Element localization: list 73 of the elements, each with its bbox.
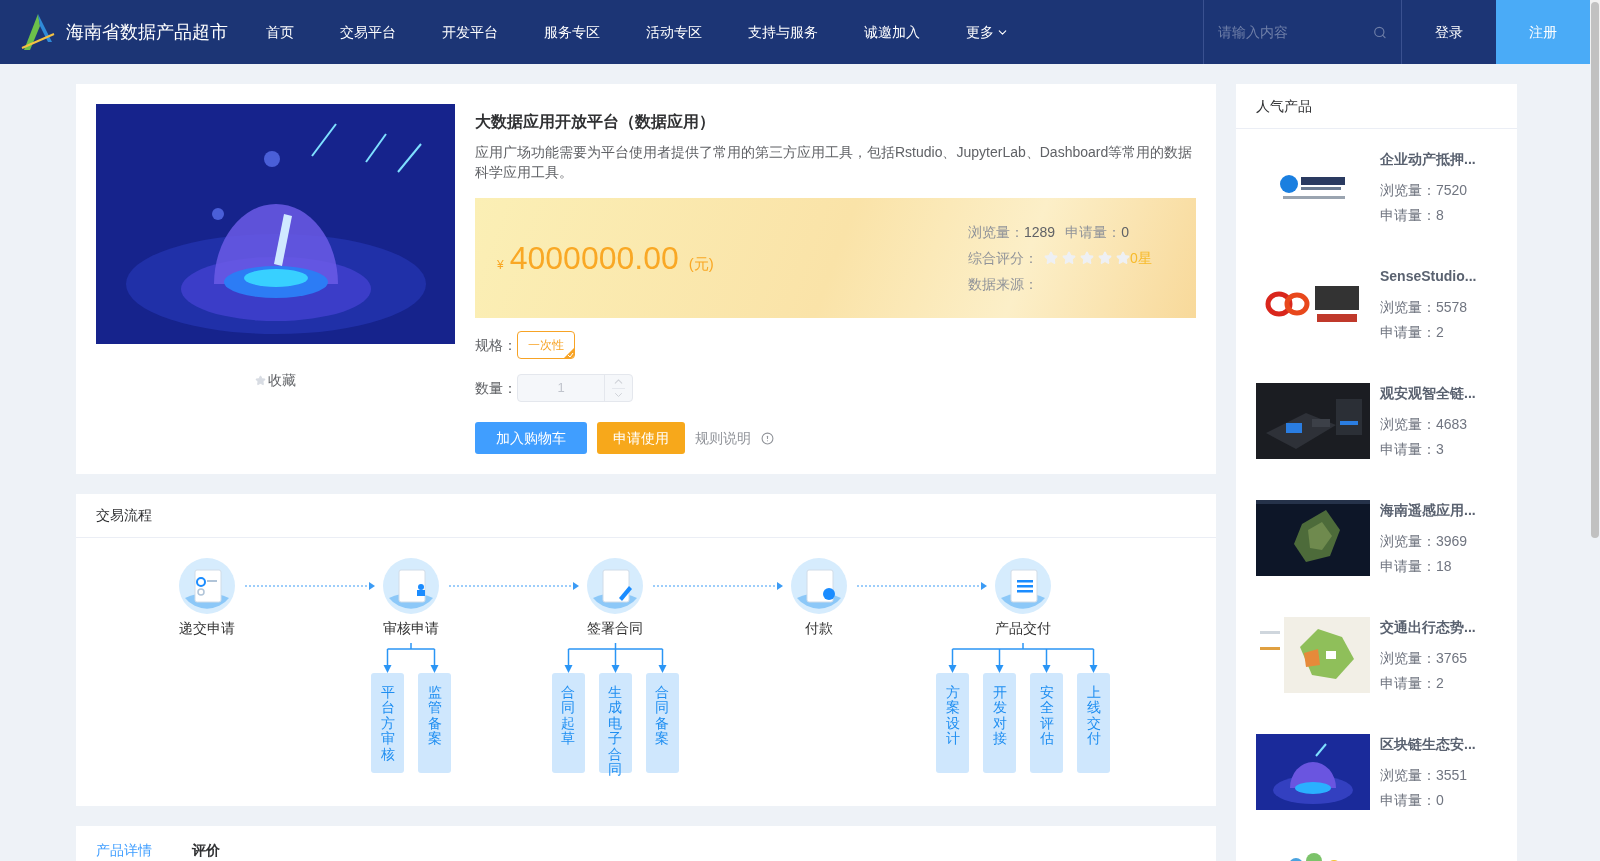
currency-symbol: ¥ — [497, 257, 504, 274]
substep-box: 合同备案 — [645, 673, 679, 773]
star-icon — [1080, 251, 1094, 265]
applies-stat: 申请量：18 — [1380, 557, 1453, 576]
search-field[interactable]: 请输入内容 — [1218, 21, 1374, 43]
star-icon — [1098, 251, 1112, 265]
step-label: 产品交付 — [995, 619, 1051, 638]
source-label: 数据来源： — [968, 274, 1039, 294]
quantity-label: 数量： — [475, 378, 517, 398]
product-description: 应用广场功能需要为平台使用者提供了常用的第三方应用工具，包括Rstudio、JupyterLab、Dashboard等常用的数据科学应用工具。 — [475, 143, 1194, 182]
product-name[interactable]: 交通出行态势... — [1380, 617, 1476, 638]
price-unit: (元) — [688, 254, 714, 274]
price: 4000000.00 — [509, 239, 679, 278]
login-button[interactable]: 登录 — [1402, 0, 1496, 64]
nav-link[interactable]: 活动专区 — [623, 21, 725, 43]
applies-stat: 申请量：0 — [1065, 222, 1129, 242]
substep-box: 上线交付 — [1077, 673, 1110, 773]
form-icon — [179, 558, 235, 614]
favorite-link[interactable]: 收藏 — [268, 370, 296, 391]
views-stat: 浏览量：3765 — [1380, 649, 1469, 668]
product-name[interactable]: 观安观智全链... — [1380, 383, 1476, 404]
step-label: 递交申请 — [179, 619, 235, 638]
substep-box: 安全评估 — [1030, 673, 1063, 773]
nav-link[interactable]: 首页 — [243, 21, 317, 43]
check-corner-icon — [564, 348, 574, 358]
star-icon — [1062, 251, 1076, 265]
step-label: 审核申请 — [383, 619, 439, 638]
views-stat: 浏览量：4683 — [1380, 415, 1469, 434]
substep-box: 开发对接 — [983, 673, 1016, 773]
applies-stat: 申请量：2 — [1380, 674, 1445, 693]
tab[interactable]: 评价 — [192, 840, 220, 860]
star-icon[interactable] — [255, 375, 266, 386]
nav-link[interactable]: 更多 — [943, 21, 1032, 43]
substep-box: 方案设计 — [936, 673, 969, 773]
scrollbar[interactable] — [1591, 2, 1599, 538]
applies-stat: 申请量：8 — [1380, 206, 1445, 225]
substep-box: 平台方审核 — [371, 673, 404, 773]
nav-link[interactable]: 支持与服务 — [725, 21, 841, 43]
document-pen-icon — [587, 558, 643, 614]
nav-link[interactable]: 诚邀加入 — [841, 21, 943, 43]
substep-box: 监管备案 — [418, 673, 451, 773]
applies-stat: 申请量：2 — [1380, 323, 1445, 342]
info-icon[interactable] — [761, 431, 774, 445]
nav-link[interactable]: 服务专区 — [521, 21, 623, 43]
document-list-icon — [995, 558, 1051, 614]
applies-stat: 申请量：0 — [1380, 791, 1445, 810]
rating-text: 0星 — [1130, 248, 1152, 268]
product-name[interactable]: SenseStudio... — [1380, 266, 1477, 287]
document-stamp-icon — [383, 558, 439, 614]
product-name[interactable]: 区块链生态安... — [1380, 734, 1476, 755]
applies-stat: 申请量：3 — [1380, 440, 1445, 459]
star-icon — [1044, 251, 1058, 265]
views-stat: 浏览量：5578 — [1380, 298, 1469, 317]
step-label: 付款 — [805, 619, 833, 638]
views-stat: 浏览量：3551 — [1380, 766, 1469, 785]
star-icon — [1116, 251, 1130, 265]
section-title: 交易流程 — [76, 494, 1216, 538]
search-icon — [1373, 24, 1387, 40]
rating-label: 综合评分： — [968, 248, 1038, 268]
product-name[interactable]: 企业动产抵押... — [1380, 149, 1476, 170]
site-title: 海南省数据产品超市 — [66, 20, 228, 44]
product-name[interactable]: 海南遥感应用... — [1380, 500, 1476, 521]
product-title: 大数据应用开放平台（数据应用） — [475, 112, 716, 132]
panel-title: 人气产品 — [1236, 84, 1517, 129]
views-stat: 浏览量：3969 — [1380, 532, 1469, 551]
rules-link[interactable]: 规则说明 — [695, 427, 751, 449]
views-stat: 浏览量：7520 — [1380, 181, 1469, 200]
nav-link[interactable]: 交易平台 — [317, 21, 419, 43]
views-stat: 浏览量：1289 — [968, 222, 1056, 242]
step-label: 签署合同 — [587, 619, 643, 638]
substep-box: 合同起草 — [551, 673, 585, 773]
spec-label: 规格： — [475, 335, 517, 355]
nav-link[interactable]: 开发平台 — [419, 21, 521, 43]
